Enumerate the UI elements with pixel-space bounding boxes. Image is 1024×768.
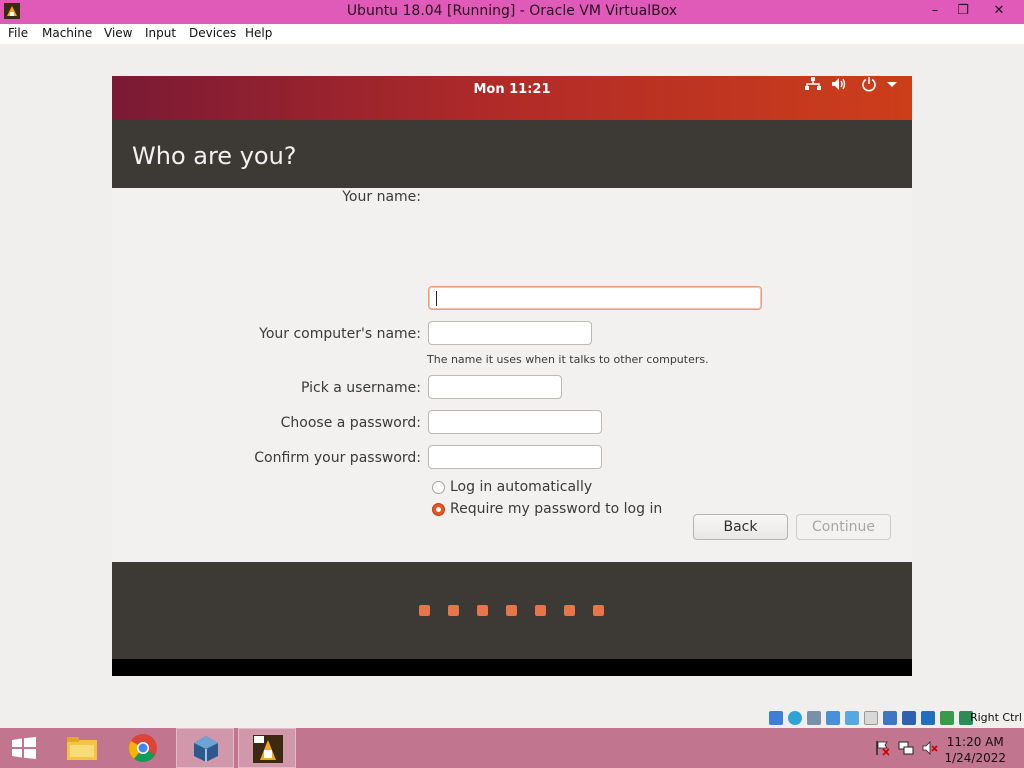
virtualbox-manager-icon <box>194 736 218 762</box>
windows-taskbar: 11:20 AM 1/24/2022 <box>0 728 1024 768</box>
window-titlebar: Ubuntu 18.04 [Running] - Oracle VM Virtu… <box>0 0 1024 24</box>
virtualbox-manager-button[interactable] <box>176 728 234 768</box>
virtualbox-vm-button[interactable] <box>238 728 296 768</box>
progress-dot <box>535 605 546 616</box>
optical-drive-icon[interactable] <box>788 711 802 725</box>
login-automatically-label: Log in automatically <box>450 479 593 495</box>
menu-file[interactable]: File <box>8 26 28 40</box>
computer-name-input[interactable] <box>428 321 592 345</box>
power-icon[interactable] <box>860 76 878 92</box>
window-title: Ubuntu 18.04 [Running] - Oracle VM Virtu… <box>346 3 678 19</box>
file-explorer-button[interactable] <box>54 728 112 768</box>
progress-dot <box>477 605 488 616</box>
progress-dot <box>593 605 604 616</box>
start-button[interactable] <box>0 728 50 768</box>
menu-machine[interactable]: Machine <box>42 26 92 40</box>
require-password-label: Require my password to log in <box>450 501 663 517</box>
virtualization-icon[interactable] <box>921 711 935 725</box>
username-label: Pick a username: <box>300 380 421 396</box>
network-adapter-icon[interactable] <box>826 711 840 725</box>
network-tray-icon[interactable] <box>898 740 914 756</box>
progress-dot <box>506 605 517 616</box>
network-icon[interactable] <box>804 76 822 92</box>
password-input[interactable] <box>428 410 602 434</box>
menu-input[interactable]: Input <box>145 26 176 40</box>
username-input[interactable] <box>428 375 562 399</box>
progress-dot <box>448 605 459 616</box>
installer-footer <box>112 562 912 676</box>
progress-dot <box>564 605 575 616</box>
volume-icon[interactable] <box>830 76 848 92</box>
host-key-label: Right Ctrl <box>969 711 1022 724</box>
usb-icon[interactable] <box>845 711 859 725</box>
close-icon[interactable]: ✕ <box>986 2 1012 20</box>
user-form: Your name: Your computer's name: The nam… <box>112 188 912 562</box>
installer-header: Who are you? <box>112 120 912 188</box>
menu-help[interactable]: Help <box>245 26 272 40</box>
back-button[interactable]: Back <box>693 514 788 540</box>
progress-dot <box>419 605 430 616</box>
hard-disk-icon[interactable] <box>769 711 783 725</box>
guest-screen: Mon 11:21 Who are you? Your name: Your c… <box>112 76 912 676</box>
chrome-icon <box>129 734 157 762</box>
shared-folders-icon[interactable] <box>864 711 878 725</box>
file-explorer-icon <box>67 737 97 760</box>
restore-icon[interactable]: ❐ <box>950 2 976 20</box>
chrome-button[interactable] <box>114 728 172 768</box>
mouse-integration-icon[interactable] <box>940 711 954 725</box>
volume-muted-icon[interactable] <box>922 740 938 756</box>
computer-name-label: Your computer's name: <box>259 326 421 342</box>
your-name-input[interactable] <box>428 286 762 310</box>
clock[interactable]: Mon 11:21 <box>112 82 912 97</box>
menu-devices[interactable]: Devices <box>189 26 236 40</box>
display-icon[interactable] <box>883 711 897 725</box>
system-date: 1/24/2022 <box>944 751 1006 765</box>
menubar: File Machine View Input Devices Help <box>0 24 1024 44</box>
video-capture-icon[interactable] <box>902 711 916 725</box>
gnome-top-bar: Mon 11:21 <box>112 76 912 120</box>
your-name-label: Your name: <box>342 189 421 205</box>
system-time: 11:20 AM <box>946 735 1004 749</box>
confirm-password-input[interactable] <box>428 445 602 469</box>
computer-name-hint: The name it uses when it talks to other … <box>427 353 709 366</box>
password-label: Choose a password: <box>280 415 421 431</box>
action-center-flag-icon[interactable] <box>874 740 890 756</box>
continue-button[interactable]: Continue <box>796 514 891 540</box>
confirm-password-label: Confirm your password: <box>254 450 421 466</box>
vm-status-bar: Right Ctrl <box>0 708 1024 728</box>
page-title: Who are you? <box>132 142 297 170</box>
dropdown-arrow-icon[interactable] <box>883 76 901 92</box>
radio-button-checked[interactable] <box>432 503 445 516</box>
menu-view[interactable]: View <box>104 26 132 40</box>
footer-strip <box>112 659 912 676</box>
virtualbox-vm-icon <box>253 735 283 763</box>
radio-button-unchecked[interactable] <box>432 481 445 494</box>
text-caret <box>436 291 437 306</box>
system-clock[interactable]: 11:20 AM 1/24/2022 <box>944 734 1006 766</box>
audio-icon[interactable] <box>807 711 821 725</box>
windows-start-icon <box>12 737 36 759</box>
minimize-icon[interactable]: – <box>922 2 948 20</box>
